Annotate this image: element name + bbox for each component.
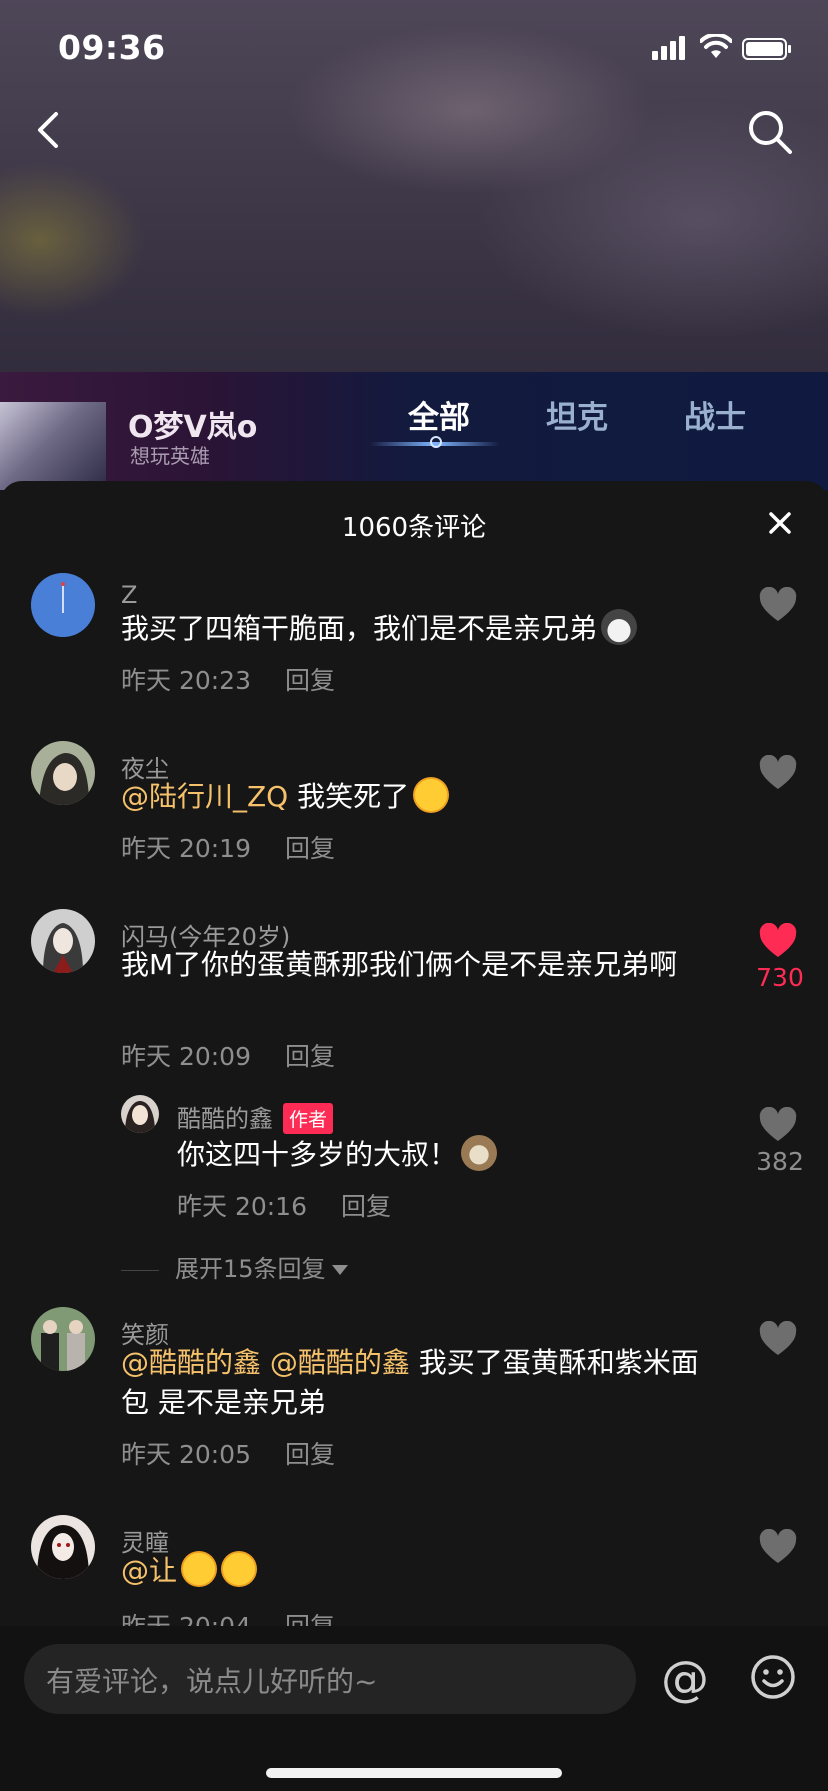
bear-emoji-icon [461, 1135, 498, 1171]
reply-text: 你这四十多岁的大叔！ [177, 1135, 737, 1175]
mention-link[interactable]: @让 [121, 1554, 177, 1587]
comment-username[interactable]: Z [121, 581, 137, 609]
search-icon[interactable] [746, 108, 794, 156]
laughing-tears-emoji-icon [181, 1551, 218, 1587]
reply-username[interactable]: 酷酷的鑫 [177, 1105, 273, 1133]
laughing-tears-emoji-icon [221, 1551, 258, 1587]
chevron-down-icon [331, 1265, 348, 1275]
wifi-icon [700, 34, 732, 58]
battery-icon [742, 38, 791, 60]
like-count: 382 [756, 1147, 804, 1176]
game-tab-warrior: 战士 [684, 400, 746, 436]
like-count: 730 [756, 963, 804, 992]
comment-meta: 昨天 20:05 回复 [121, 1435, 335, 1471]
game-tab-all: 全部 [408, 400, 470, 436]
home-indicator [266, 1768, 562, 1778]
husky-emoji-icon [601, 609, 638, 645]
comment-text: 我M了你的蛋黄酥那我们俩个是不是亲兄弟啊 [121, 945, 721, 985]
reply-time: 昨天 20:16 [177, 1192, 307, 1221]
game-header-strip: O梦V岚o 想玩英雄 全部 坦克 战士 [0, 372, 828, 490]
game-tab-indicator [430, 436, 442, 448]
comment-text: @酷酷的鑫 @酷酷的鑫 我买了蛋黄酥和紫米面包 是不是亲兄弟 [121, 1343, 721, 1423]
avatar[interactable] [31, 1515, 95, 1579]
comments-sheet: 1060条评论 Z 我买了四箱干脆面，我们是不是亲兄弟 昨天 20:23 回复 [0, 481, 828, 1791]
avatar[interactable] [121, 1095, 159, 1133]
heart-icon[interactable] [758, 1107, 798, 1143]
avatar[interactable] [31, 741, 95, 805]
heart-icon[interactable] [758, 1321, 798, 1357]
reply-button[interactable]: 回复 [285, 1440, 335, 1469]
comments-count-title: 1060条评论 [341, 513, 487, 543]
mention-link[interactable]: @酷酷的鑫 @酷酷的鑫 [121, 1346, 410, 1379]
comment-text: @陆行川_ZQ 我笑死了 [121, 777, 721, 817]
heart-icon[interactable] [758, 755, 798, 791]
comment-body: 我M了你的蛋黄酥那我们俩个是不是亲兄弟啊 [121, 948, 678, 981]
reply-button[interactable]: 回复 [285, 1042, 335, 1071]
back-button[interactable] [30, 108, 70, 152]
status-time: 09:36 [58, 28, 166, 67]
avatar[interactable] [31, 573, 95, 637]
phone-screen: 09:36 O梦V岚o 想玩英雄 全部 坦克 战士 1060条评论 Z 我买了四… [0, 0, 828, 1791]
comment-body: 我买了四箱干脆面，我们是不是亲兄弟 [121, 612, 598, 645]
game-tab-tank: 坦克 [546, 400, 608, 436]
divider [121, 1269, 159, 1271]
reply-button[interactable]: 回复 [341, 1192, 391, 1221]
expand-replies-button[interactable]: 展开15条回复 [121, 1249, 348, 1284]
mention-link[interactable]: @陆行川_ZQ [121, 780, 288, 813]
comment-text: 我买了四箱干脆面，我们是不是亲兄弟 [121, 609, 721, 649]
laughing-tears-emoji-icon [413, 777, 450, 813]
reply-body: 你这四十多岁的大叔！ [177, 1138, 458, 1171]
comment-time: 昨天 20:19 [121, 834, 251, 863]
heart-icon[interactable] [758, 923, 798, 959]
emoji-icon[interactable] [750, 1654, 796, 1700]
comment-meta: 昨天 20:19 回复 [121, 829, 335, 865]
avatar[interactable] [31, 909, 95, 973]
comment-time: 昨天 20:23 [121, 666, 251, 695]
close-icon[interactable] [764, 507, 796, 539]
reply-meta: 昨天 20:16 回复 [177, 1187, 391, 1223]
cellular-signal-icon [652, 36, 685, 60]
reply-button[interactable]: 回复 [285, 834, 335, 863]
status-bar: 09:36 [0, 0, 828, 96]
heart-icon[interactable] [758, 587, 798, 623]
author-badge: 作者 [283, 1102, 334, 1134]
comment-time: 昨天 20:09 [121, 1042, 251, 1071]
player-avatar [0, 402, 106, 490]
reply-button[interactable]: 回复 [285, 666, 335, 695]
comment-input-bar: 有爱评论，说点儿好听的~ @ [0, 1626, 828, 1791]
heart-icon[interactable] [758, 1529, 798, 1565]
avatar[interactable] [31, 1307, 95, 1371]
comment-body: 我笑死了 [288, 780, 410, 813]
expand-replies-label: 展开15条回复 [175, 1255, 326, 1283]
comment-text: @让 [121, 1551, 721, 1591]
comment-input[interactable]: 有爱评论，说点儿好听的~ [24, 1644, 636, 1714]
at-mention-icon[interactable]: @ [660, 1654, 710, 1704]
comment-meta: 昨天 20:23 回复 [121, 661, 335, 697]
comment-meta: 昨天 20:09 回复 [121, 1037, 335, 1073]
comment-input-placeholder: 有爱评论，说点儿好听的~ [46, 1665, 378, 1698]
player-subtitle: 想玩英雄 [130, 444, 210, 468]
reply-username-row: 酷酷的鑫 作者 [177, 1099, 334, 1136]
comment-time: 昨天 20:05 [121, 1440, 251, 1469]
